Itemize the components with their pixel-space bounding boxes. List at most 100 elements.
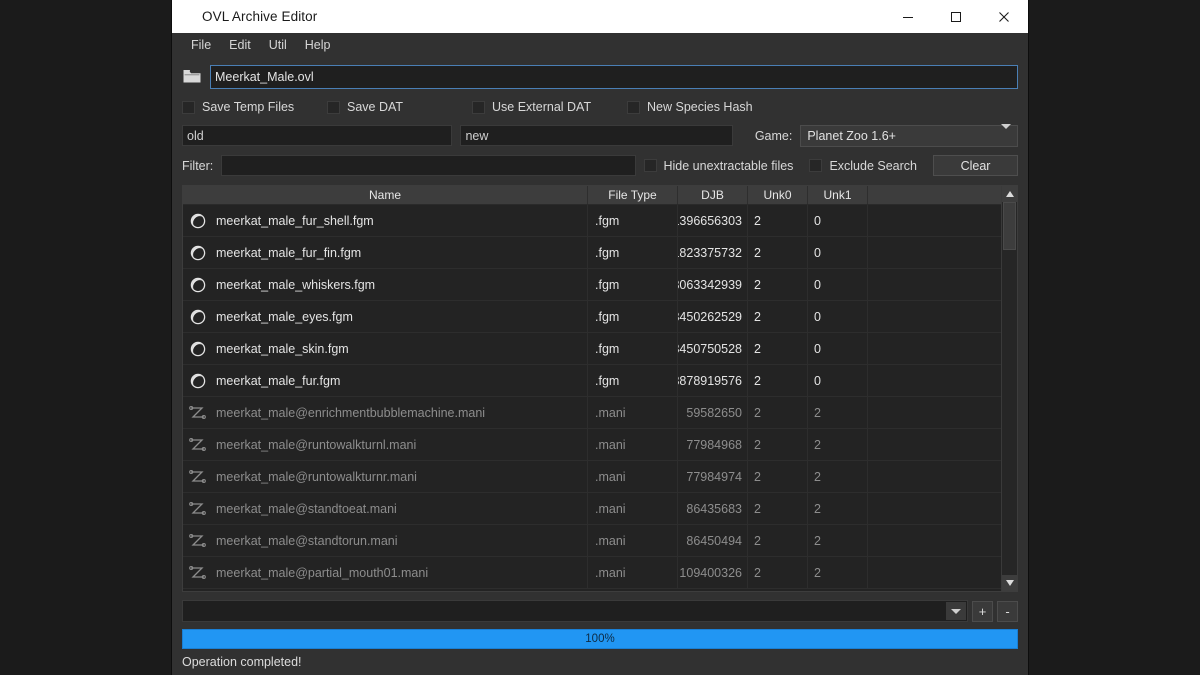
menu-help[interactable]: Help	[296, 36, 340, 54]
animation-curve-icon	[189, 469, 206, 483]
table-vertical-scrollbar[interactable]	[1001, 186, 1017, 591]
table-row[interactable]: meerkat_male_eyes.fgm .fgm 3450262529 2 0	[183, 301, 1017, 333]
minimize-icon	[903, 16, 913, 18]
table-row[interactable]: meerkat_male_fur_shell.fgm .fgm 1396656303…	[183, 205, 1017, 237]
scroll-down-button[interactable]	[1002, 575, 1017, 591]
animation-curve-icon	[189, 501, 206, 515]
add-button[interactable]: +	[972, 600, 993, 622]
table-row[interactable]: meerkat_male_skin.fgm .fgm 3450750528 2 0	[183, 333, 1017, 365]
column-header-unk1[interactable]: Unk1	[808, 186, 868, 204]
checkbox-exclude-search[interactable]: Exclude Search	[809, 159, 917, 173]
cell-djb: 1396656303	[678, 205, 748, 236]
sphere-material-icon	[190, 277, 206, 292]
cell-file-type: .fgm	[588, 205, 678, 236]
checkbox-box-save-dat[interactable]	[327, 100, 340, 114]
remove-button[interactable]: -	[997, 600, 1018, 622]
cell-unk0: 2	[748, 301, 808, 332]
menu-edit[interactable]: Edit	[220, 36, 260, 54]
scroll-track[interactable]	[1002, 202, 1017, 575]
column-header-djb[interactable]: DJB	[678, 186, 748, 204]
cell-name: meerkat_male@standtoeat.mani	[183, 493, 588, 524]
cell-spacer	[868, 525, 1017, 556]
filter-input[interactable]	[221, 155, 636, 176]
checkbox-new-species-hash[interactable]: New Species Hash	[627, 100, 753, 114]
table-row[interactable]: meerkat_male@enrichmentbubblemachine.man…	[183, 397, 1017, 429]
filter-row: Filter: Hide unextractable files Exclude…	[182, 152, 1018, 179]
file-name-text: meerkat_male@standtoeat.mani	[216, 501, 397, 516]
table-row[interactable]: meerkat_male@partial_mouth01.mani .mani 10…	[183, 557, 1017, 589]
cell-file-type: .mani	[588, 525, 678, 556]
animation-curve-icon	[189, 533, 206, 547]
cell-name: meerkat_male@runtowalkturnr.mani	[183, 461, 588, 492]
clear-button[interactable]: Clear	[933, 155, 1018, 176]
table-row[interactable]: meerkat_male_fur_fin.fgm .fgm 1823375732 2 0	[183, 237, 1017, 269]
column-header-spacer	[868, 186, 1017, 204]
cell-name: meerkat_male_fur_fin.fgm	[183, 237, 588, 268]
file-name-text: meerkat_male@enrichmentbubblemachine.man…	[216, 405, 486, 420]
archive-path-row	[182, 63, 1018, 91]
cell-djb: 3063342939	[678, 269, 748, 300]
column-header-unk0[interactable]: Unk0	[748, 186, 808, 204]
chevron-up-icon	[1005, 191, 1014, 197]
checkbox-box-save-temp-files[interactable]	[182, 100, 195, 114]
cell-djb: 59582650	[678, 397, 748, 428]
table-row[interactable]: meerkat_male@runtowalkturnl.mani .mani 779…	[183, 429, 1017, 461]
tool-select[interactable]	[182, 600, 968, 622]
close-button[interactable]	[980, 0, 1028, 33]
cell-unk1: 0	[808, 365, 868, 396]
tool-select-arrow-button[interactable]	[946, 602, 966, 620]
checkbox-save-dat[interactable]: Save DAT	[327, 100, 472, 114]
file-name-text: meerkat_male@runtowalkturnr.mani	[216, 469, 417, 484]
options-checkbox-row: Save Temp Files Save DAT Use External DA…	[182, 94, 1018, 120]
cell-unk1: 2	[808, 557, 868, 588]
checkbox-save-temp-files[interactable]: Save Temp Files	[182, 100, 327, 114]
scroll-up-button[interactable]	[1002, 186, 1017, 202]
cell-name: meerkat_male_eyes.fgm	[183, 301, 588, 332]
cell-spacer	[868, 365, 1017, 396]
cell-spacer	[868, 269, 1017, 300]
checkbox-box-hide-unextractable[interactable]	[643, 159, 657, 172]
cell-file-type: .fgm	[588, 237, 678, 268]
archive-path-input[interactable]	[210, 65, 1018, 89]
maximize-button[interactable]	[932, 0, 980, 33]
checkbox-box-exclude-search[interactable]	[809, 159, 823, 172]
checkbox-hide-unextractable-files[interactable]: Hide unextractable files	[643, 159, 793, 173]
new-name-input[interactable]	[460, 125, 733, 146]
status-text: Operation completed!	[182, 655, 302, 669]
folder-icon[interactable]	[182, 67, 202, 87]
cell-spacer	[868, 429, 1017, 460]
column-header-file-type[interactable]: File Type	[588, 186, 678, 204]
table-row[interactable]: meerkat_male_fur.fgm .fgm 3878919576 2 0	[183, 365, 1017, 397]
close-icon	[999, 11, 1009, 22]
file-name-text: meerkat_male@runtowalkturnl.mani	[216, 437, 417, 452]
table-row[interactable]: meerkat_male@standtorun.mani .mani 8645049…	[183, 525, 1017, 557]
table-row[interactable]: meerkat_male@standtoeat.mani .mani 8643568…	[183, 493, 1017, 525]
table-row[interactable]: meerkat_male_whiskers.fgm .fgm 3063342939 2…	[183, 269, 1017, 301]
sphere-material-icon	[190, 341, 206, 356]
cell-unk0: 2	[748, 557, 808, 588]
cell-djb: 3450262529	[678, 301, 748, 332]
window-controls	[884, 0, 1028, 33]
bottom-combo-row: + -	[182, 598, 1018, 624]
cell-unk0: 2	[748, 461, 808, 492]
table-row[interactable]: meerkat_male@runtowalkturnr.mani .mani 779…	[183, 461, 1017, 493]
filter-label: Filter:	[182, 158, 214, 173]
cell-unk1: 2	[808, 525, 868, 556]
cell-unk1: 0	[808, 333, 868, 364]
scroll-thumb[interactable]	[1003, 202, 1016, 250]
cell-unk0: 2	[748, 269, 808, 300]
cell-file-type: .mani	[588, 557, 678, 588]
game-select[interactable]: Planet Zoo 1.6+	[800, 123, 1018, 147]
cell-file-type: .mani	[588, 493, 678, 524]
ovl-archive-editor-window: OVL Archive Editor File Edit Util Help M…	[172, 0, 1028, 675]
menu-file[interactable]: File	[182, 36, 220, 54]
cell-djb: 3450750528	[678, 333, 748, 364]
checkbox-use-external-dat[interactable]: Use External DAT	[472, 100, 627, 114]
old-name-input[interactable]	[182, 125, 453, 146]
minimize-button[interactable]	[884, 0, 932, 33]
checkbox-box-use-external-dat[interactable]	[472, 100, 485, 114]
menu-util[interactable]: Util	[260, 36, 296, 54]
column-header-name[interactable]: Name	[183, 186, 588, 204]
checkbox-box-new-species-hash[interactable]	[627, 100, 640, 114]
cell-spacer	[868, 205, 1017, 236]
